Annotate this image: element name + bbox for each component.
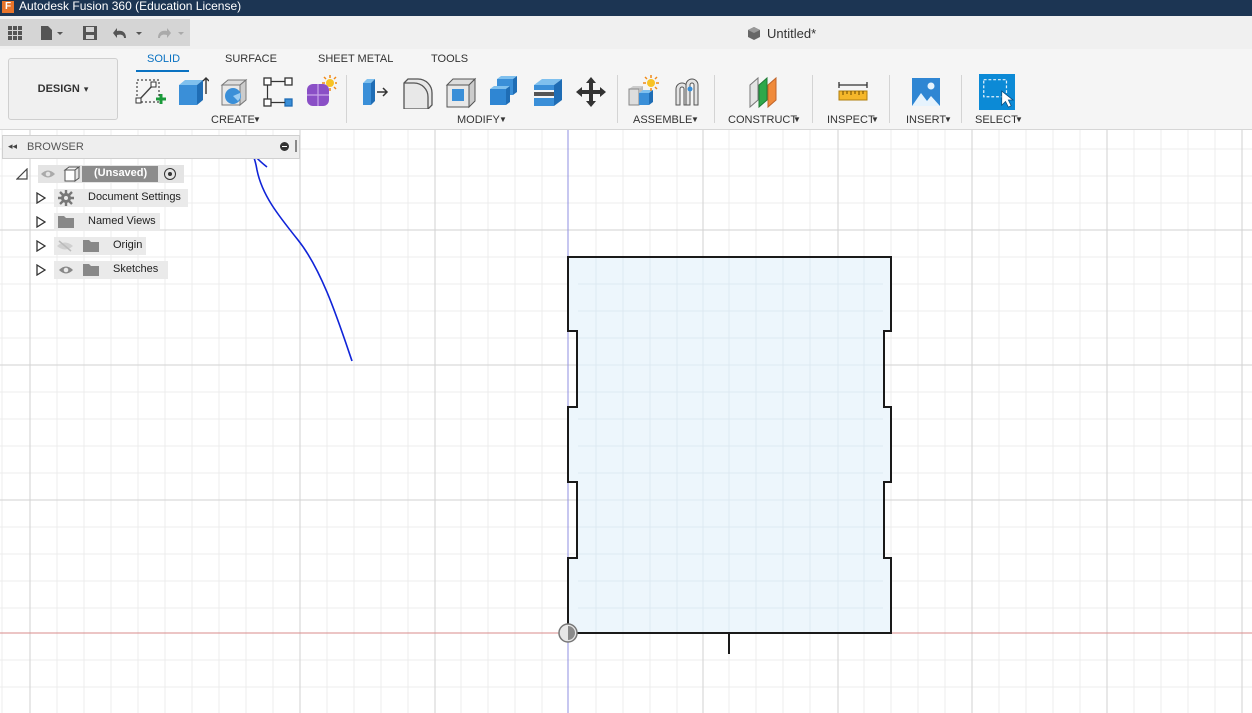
- modify-group-label[interactable]: MODIFY: [457, 114, 500, 126]
- insert-image-icon[interactable]: [908, 74, 944, 110]
- inspect-group-label[interactable]: INSPECT: [827, 114, 875, 126]
- minimize-icon[interactable]: [280, 142, 289, 151]
- combine-icon[interactable]: [486, 74, 522, 110]
- redo-icon[interactable]: [152, 19, 188, 46]
- root-label: (Unsaved): [94, 167, 148, 179]
- select-icon[interactable]: [979, 74, 1015, 110]
- sketch-profile[interactable]: [567, 256, 892, 654]
- insert-group-label[interactable]: INSERT: [906, 114, 946, 126]
- workspace-switcher-button[interactable]: DESIGN ▾: [8, 58, 118, 120]
- create-group-label[interactable]: CREATE: [211, 114, 255, 126]
- toolbar-separator: [889, 75, 890, 123]
- offset-face-icon[interactable]: [530, 74, 566, 110]
- browser-item-label: Origin: [113, 239, 143, 251]
- workspace-label: DESIGN: [37, 83, 80, 95]
- app-title: Autodesk Fusion 360 (Education License): [19, 0, 242, 13]
- assemble-group-label[interactable]: ASSEMBLE: [633, 114, 692, 126]
- expand-triangle-icon[interactable]: [36, 216, 46, 228]
- eye-hidden-icon[interactable]: [56, 240, 74, 252]
- expand-triangle-icon[interactable]: [36, 264, 46, 276]
- folder-icon: [83, 264, 99, 276]
- expand-triangle-icon[interactable]: [36, 192, 46, 204]
- eye-icon[interactable]: [40, 169, 56, 179]
- chevron-down-icon[interactable]: ▼: [944, 115, 952, 124]
- select-group-label[interactable]: SELECT: [975, 114, 1018, 126]
- chevron-down-icon[interactable]: ▼: [793, 115, 801, 124]
- browser-panel-header[interactable]: ◂◂ BROWSER: [2, 135, 300, 159]
- new-component-icon[interactable]: [625, 74, 661, 110]
- origin-point-icon[interactable]: [558, 623, 578, 643]
- expand-triangle-icon[interactable]: [36, 240, 46, 252]
- toolbar-separator: [961, 75, 962, 123]
- expanded-triangle-icon[interactable]: [16, 168, 28, 180]
- title-bar: F Autodesk Fusion 360 (Education License…: [0, 0, 1252, 16]
- measure-icon[interactable]: [835, 74, 871, 110]
- fillet-icon[interactable]: [400, 74, 436, 110]
- tab-sheet-metal[interactable]: SHEET METAL: [318, 53, 393, 65]
- folder-icon: [83, 240, 99, 252]
- chevron-down-icon[interactable]: ▼: [253, 115, 261, 124]
- quick-access-bar: Untitled*: [0, 16, 1252, 49]
- gear-icon: [58, 190, 74, 206]
- chevron-down-icon[interactable]: ▼: [1015, 115, 1023, 124]
- document-title: Untitled*: [767, 26, 817, 41]
- save-icon[interactable]: [78, 19, 102, 46]
- component-icon: [63, 166, 80, 182]
- create-sketch-icon[interactable]: [132, 74, 168, 110]
- tab-tools[interactable]: TOOLS: [431, 53, 468, 65]
- chevron-down-icon[interactable]: ▼: [871, 115, 879, 124]
- chevron-down-icon: ▾: [83, 83, 89, 94]
- tab-surface[interactable]: SURFACE: [225, 53, 277, 65]
- activate-radio-icon[interactable]: [164, 168, 176, 180]
- joint-icon[interactable]: [669, 74, 705, 110]
- browser-root-item[interactable]: (Unsaved): [16, 164, 188, 184]
- offset-plane-icon[interactable]: [745, 74, 781, 110]
- extrude-icon[interactable]: [174, 74, 210, 110]
- document-tab[interactable]: Untitled*: [746, 26, 816, 41]
- toolbar-separator: [346, 75, 347, 123]
- quick-access-tools: [0, 19, 190, 46]
- tab-solid[interactable]: SOLID: [147, 53, 180, 65]
- grid-icon[interactable]: [4, 19, 26, 46]
- collapse-arrows-icon[interactable]: ◂◂: [8, 141, 17, 152]
- active-tab-indicator: [136, 70, 189, 72]
- form-icon[interactable]: [302, 74, 338, 110]
- undo-icon[interactable]: [110, 19, 146, 46]
- construct-group-label[interactable]: CONSTRUCT: [728, 114, 797, 126]
- fusion-360-window: F Autodesk Fusion 360 (Education License…: [0, 0, 1252, 713]
- move-icon[interactable]: [573, 74, 609, 110]
- browser-item-origin[interactable]: Origin: [36, 236, 160, 256]
- chevron-down-icon[interactable]: ▼: [499, 115, 507, 124]
- folder-icon: [58, 216, 74, 228]
- file-menu-button[interactable]: [34, 19, 68, 46]
- browser-item-document-settings[interactable]: Document Settings: [36, 188, 192, 208]
- design-canvas[interactable]: [0, 130, 1252, 713]
- toolbar-separator: [812, 75, 813, 123]
- component-icon: [748, 27, 760, 40]
- revolve-icon[interactable]: [217, 74, 253, 110]
- fusion-logo-icon: F: [2, 1, 14, 13]
- shell-icon[interactable]: [443, 74, 479, 110]
- eye-icon[interactable]: [58, 265, 74, 275]
- ribbon-toolbar: DESIGN ▾ SOLID SURFACE SHEET METAL TOOLS…: [0, 49, 1252, 130]
- toolbar-separator: [714, 75, 715, 123]
- pattern-icon[interactable]: [260, 74, 296, 110]
- browser-item-named-views[interactable]: Named Views: [36, 212, 164, 232]
- toolbar-separator: [617, 75, 618, 123]
- press-pull-icon[interactable]: [356, 74, 392, 110]
- browser-item-label: Named Views: [88, 215, 156, 227]
- chevron-down-icon[interactable]: ▼: [691, 115, 699, 124]
- panel-resize-handle-icon[interactable]: [295, 140, 297, 152]
- browser-item-sketches[interactable]: Sketches: [36, 260, 172, 280]
- browser-item-label: Document Settings: [88, 191, 181, 203]
- browser-title: BROWSER: [27, 141, 84, 153]
- browser-item-label: Sketches: [113, 263, 159, 275]
